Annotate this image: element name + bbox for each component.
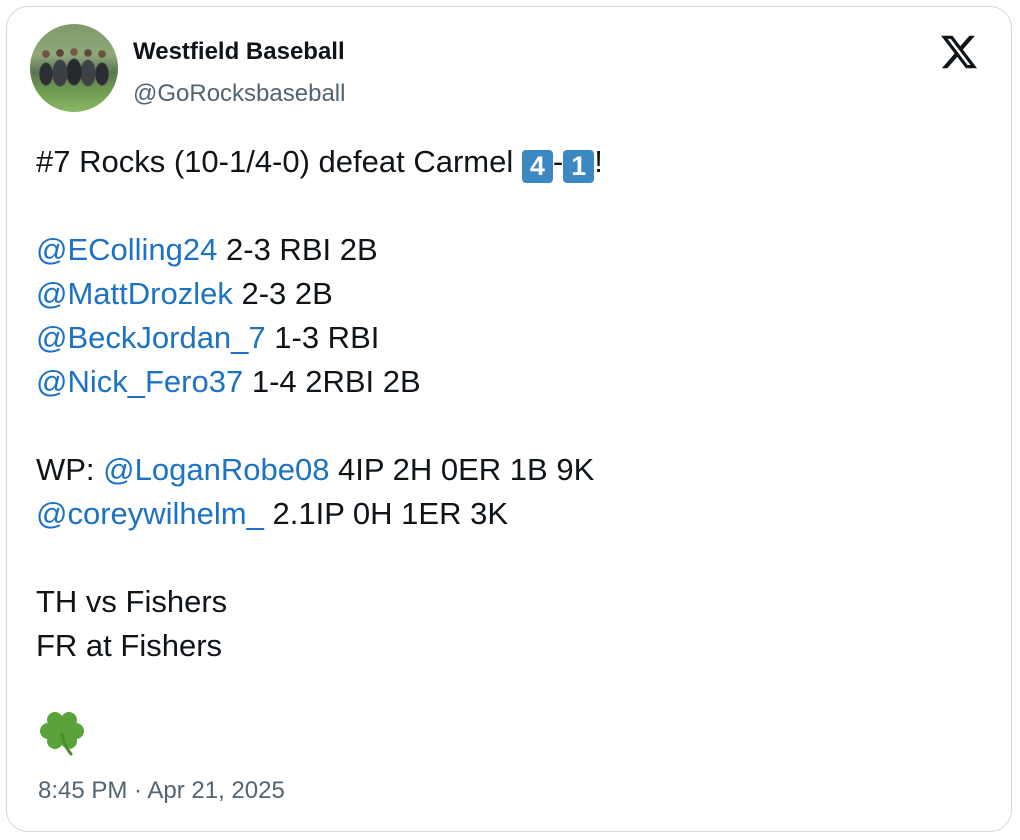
schedule-line: FR at Fishers (36, 628, 223, 663)
mention-link[interactable]: @BeckJordan_7 (36, 320, 266, 355)
mention-link[interactable]: @EColling24 (36, 232, 217, 267)
mention-link[interactable]: @coreywilhelm_ (36, 496, 264, 531)
author-avatar[interactable] (30, 24, 118, 112)
headline-text: #7 Rocks (10-1/4-0) defeat Carmel (36, 144, 522, 179)
mention-link[interactable]: @MattDrozlek (36, 276, 233, 311)
batter-line: @EColling24 2-3 RBI 2B (36, 228, 976, 272)
author-handle[interactable]: @GoRocksbaseball (133, 80, 345, 108)
batter-stats: 1-3 RBI (265, 320, 380, 355)
score-dash: - (552, 144, 564, 179)
batter-line: @Nick_Fero37 1-4 2RBI 2B (36, 360, 976, 404)
tweet-body: #7 Rocks (10-1/4-0) defeat Carmel 4-1! @… (36, 140, 976, 668)
batter-line: @BeckJordan_7 1-3 RBI (36, 316, 976, 360)
wp-label: WP: (36, 452, 104, 487)
x-logo-icon[interactable] (938, 32, 980, 72)
relief-pitcher-line: @coreywilhelm_ 2.1IP 0H 1ER 3K (36, 492, 976, 536)
batter-stats: 2-3 RBI 2B (217, 232, 378, 267)
author-name[interactable]: Westfield Baseball (133, 38, 345, 66)
keycap-one-icon: 1 (563, 150, 595, 183)
mention-link[interactable]: @LoganRobe08 (103, 452, 329, 487)
schedule-line: TH vs Fishers (36, 584, 228, 619)
tweet-timestamp[interactable]: 8:45 PM · Apr 21, 2025 (38, 777, 285, 805)
avatar-team-huddle (36, 54, 114, 92)
shamrock-icon (40, 712, 84, 756)
batter-stats: 2-3 2B (232, 276, 333, 311)
headline-exclaim: ! (594, 144, 603, 179)
mention-link[interactable]: @Nick_Fero37 (36, 364, 243, 399)
batter-stats: 1-4 2RBI 2B (243, 364, 421, 399)
batter-line: @MattDrozlek 2-3 2B (36, 272, 976, 316)
winning-pitcher-line: WP: @LoganRobe08 4IP 2H 0ER 1B 9K (36, 448, 976, 492)
headline-line: #7 Rocks (10-1/4-0) defeat Carmel 4-1! (36, 140, 976, 184)
pitcher-stats: 2.1IP 0H 1ER 3K (263, 496, 508, 531)
keycap-four-icon: 4 (521, 150, 553, 183)
pitcher-stats: 4IP 2H 0ER 1B 9K (329, 452, 595, 487)
